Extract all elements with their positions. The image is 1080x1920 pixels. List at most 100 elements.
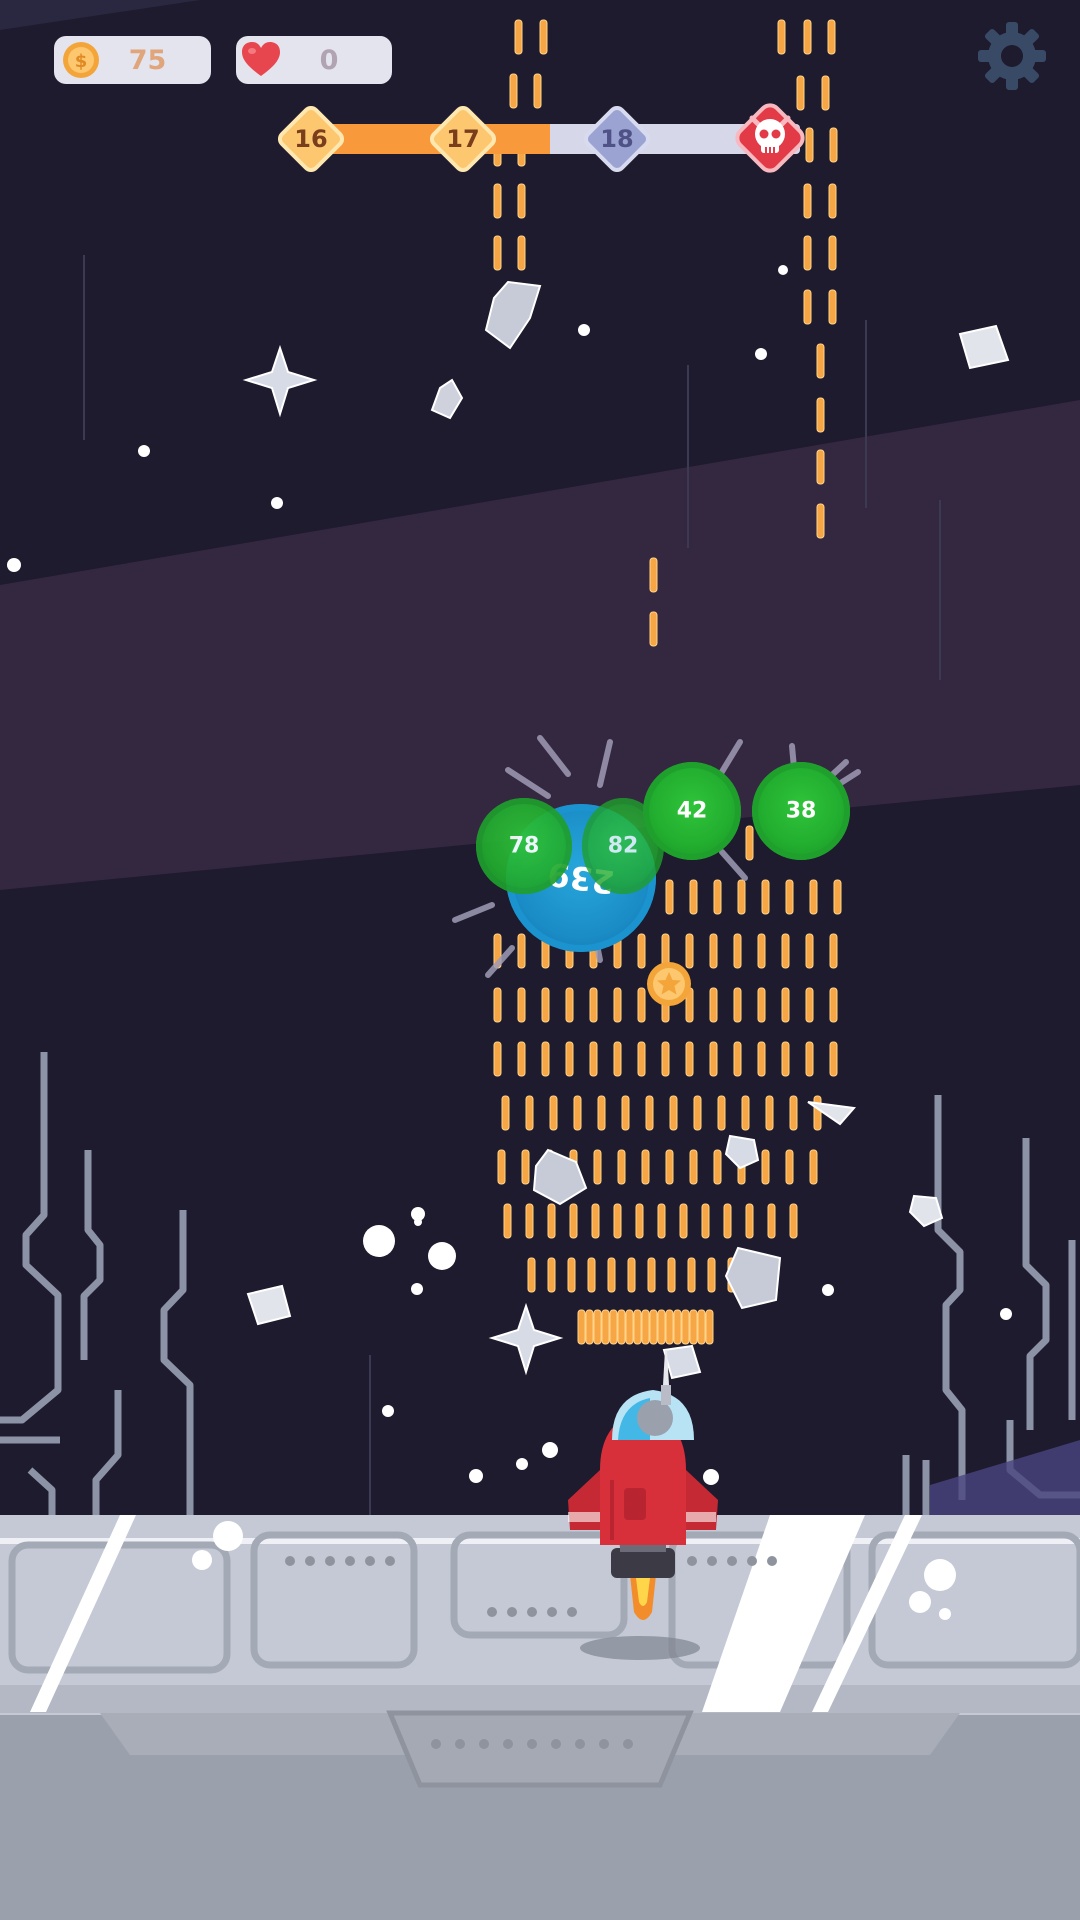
bullet bbox=[685, 1041, 694, 1077]
bullet bbox=[803, 235, 812, 271]
bullet bbox=[803, 183, 812, 219]
bullet bbox=[509, 73, 518, 109]
level-node-16: 16 bbox=[271, 99, 351, 179]
bullet bbox=[667, 1257, 676, 1293]
enemy-virus[interactable]: 38 bbox=[752, 762, 850, 860]
bullet bbox=[525, 1203, 534, 1239]
bullet bbox=[777, 19, 786, 55]
bullet bbox=[829, 1041, 838, 1077]
bullet bbox=[627, 1257, 636, 1293]
bullet bbox=[816, 503, 825, 539]
bullet bbox=[809, 1149, 818, 1185]
settings-button[interactable] bbox=[976, 20, 1048, 92]
bullet bbox=[525, 1095, 534, 1131]
bullet bbox=[737, 879, 746, 915]
bullet bbox=[493, 183, 502, 219]
bullet bbox=[593, 1309, 602, 1345]
bullet bbox=[633, 1309, 642, 1345]
level-label: 18 bbox=[600, 125, 634, 153]
bullet bbox=[785, 1149, 794, 1185]
bullet bbox=[805, 1041, 814, 1077]
bullet bbox=[717, 1095, 726, 1131]
bullet bbox=[805, 933, 814, 969]
bullet bbox=[785, 879, 794, 915]
bullet bbox=[705, 1309, 714, 1345]
bullet bbox=[693, 1095, 702, 1131]
bullet bbox=[517, 987, 526, 1023]
bullet bbox=[587, 1257, 596, 1293]
bullet bbox=[641, 1309, 650, 1345]
bullet bbox=[733, 987, 742, 1023]
bullet bbox=[665, 879, 674, 915]
bullet bbox=[813, 1095, 822, 1131]
bullet bbox=[517, 933, 526, 969]
bullet bbox=[816, 397, 825, 433]
bullet bbox=[649, 1309, 658, 1345]
bullet bbox=[709, 987, 718, 1023]
playfield bbox=[0, 0, 1080, 1920]
bullet bbox=[669, 1095, 678, 1131]
bullet bbox=[805, 987, 814, 1023]
bullet bbox=[501, 1095, 510, 1131]
bullet bbox=[757, 1041, 766, 1077]
bullet bbox=[549, 1095, 558, 1131]
lives-counter: 0 bbox=[236, 36, 392, 84]
bullet bbox=[601, 1309, 610, 1345]
progress-track bbox=[300, 124, 800, 154]
bullet bbox=[661, 1041, 670, 1077]
bullet bbox=[541, 987, 550, 1023]
bullet bbox=[665, 1309, 674, 1345]
bullet bbox=[829, 933, 838, 969]
level-label: 17 bbox=[446, 125, 480, 153]
bullet bbox=[613, 1203, 622, 1239]
bullet bbox=[607, 1257, 616, 1293]
bullet bbox=[745, 1203, 754, 1239]
bullet bbox=[517, 1041, 526, 1077]
bullet bbox=[565, 987, 574, 1023]
bullet bbox=[493, 987, 502, 1023]
bullet bbox=[789, 1095, 798, 1131]
bullet bbox=[781, 1041, 790, 1077]
bullet bbox=[689, 879, 698, 915]
bullet bbox=[828, 235, 837, 271]
bullet bbox=[593, 1149, 602, 1185]
bullet bbox=[761, 1149, 770, 1185]
bullet bbox=[809, 879, 818, 915]
bullet bbox=[665, 1149, 674, 1185]
bullet bbox=[493, 235, 502, 271]
bullet bbox=[637, 987, 646, 1023]
bullet bbox=[541, 1041, 550, 1077]
bullet bbox=[649, 557, 658, 593]
bullet bbox=[621, 1095, 630, 1131]
bullet bbox=[521, 1149, 530, 1185]
bullet bbox=[829, 987, 838, 1023]
bullet bbox=[679, 1203, 688, 1239]
bullet bbox=[585, 1309, 594, 1345]
bullet bbox=[547, 1257, 556, 1293]
game-scene[interactable]: $ 75 0 16 17 18 239 78 82 42 38 bbox=[0, 0, 1080, 1920]
bullet bbox=[689, 1309, 698, 1345]
bullet bbox=[681, 1309, 690, 1345]
bullet bbox=[733, 933, 742, 969]
bullet bbox=[757, 987, 766, 1023]
bullet bbox=[567, 1257, 576, 1293]
bullet bbox=[657, 1309, 666, 1345]
bullet bbox=[723, 1203, 732, 1239]
bullet bbox=[733, 1041, 742, 1077]
enemy-hp-label: 42 bbox=[676, 798, 708, 824]
enemy-virus[interactable]: 42 bbox=[643, 762, 741, 860]
bullet bbox=[803, 19, 812, 55]
bullet bbox=[591, 1203, 600, 1239]
bullet bbox=[647, 1257, 656, 1293]
star-coin-icon[interactable] bbox=[645, 960, 693, 1008]
bullet bbox=[833, 879, 842, 915]
bullet bbox=[701, 1203, 710, 1239]
bullet bbox=[757, 933, 766, 969]
bullet bbox=[828, 183, 837, 219]
bullet bbox=[533, 73, 542, 109]
bullet bbox=[745, 825, 754, 861]
bullet bbox=[707, 1257, 716, 1293]
enemy-virus[interactable]: 78 bbox=[476, 798, 572, 894]
bullet bbox=[689, 1149, 698, 1185]
bullet bbox=[821, 75, 830, 111]
